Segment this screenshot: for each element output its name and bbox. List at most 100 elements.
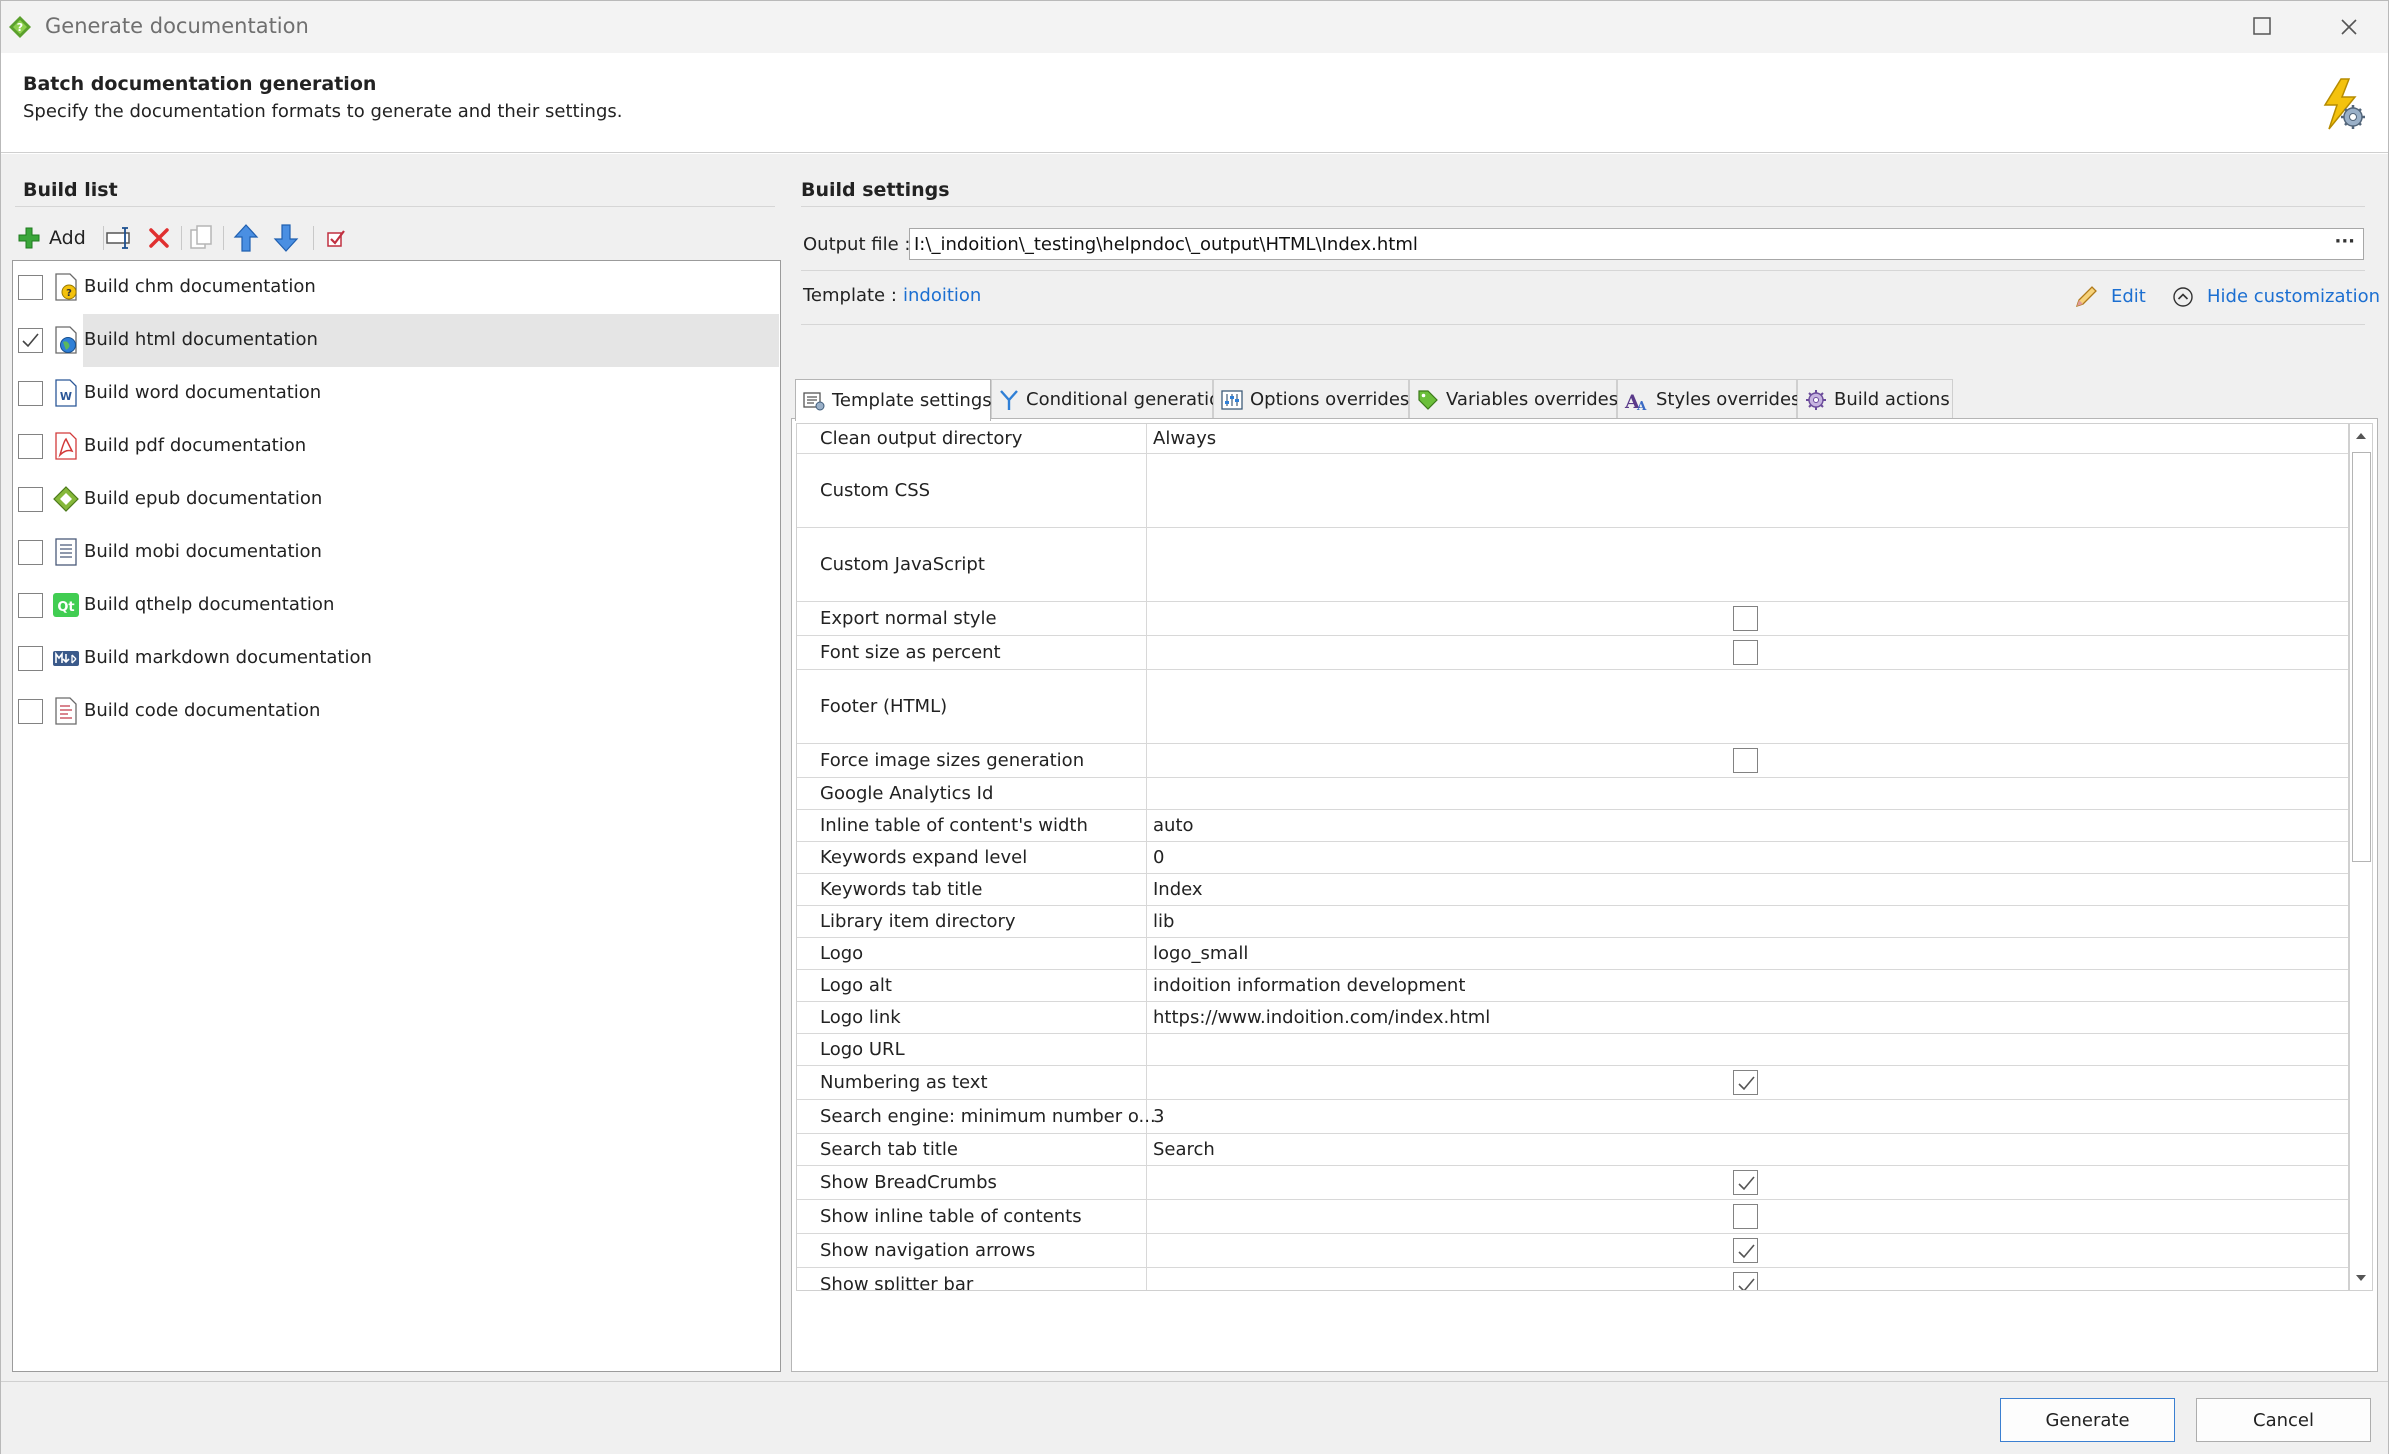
table-row[interactable]: Library item directory lib xyxy=(797,906,2348,938)
delete-button[interactable] xyxy=(147,221,171,255)
table-row[interactable]: Logo alt indoition information developmen… xyxy=(797,970,2348,1002)
tab-styles-overrides[interactable]: A A Styles overrides xyxy=(1617,379,1800,419)
tab-options-overrides[interactable]: Options overrides xyxy=(1213,379,1409,419)
table-row[interactable]: Google Analytics Id xyxy=(797,778,2348,810)
table-row[interactable]: Inline table of content's width auto xyxy=(797,810,2348,842)
table-row[interactable]: Custom CSS xyxy=(797,454,2348,528)
table-row[interactable]: Show inline table of contents xyxy=(797,1200,2348,1234)
styles-font-icon: A A xyxy=(1624,391,1647,412)
scroll-up-icon[interactable] xyxy=(2350,424,2372,448)
list-item[interactable]: Build pdf documentation xyxy=(13,420,780,473)
table-row[interactable]: Search tab title Search xyxy=(797,1134,2348,1166)
edit-link[interactable]: Edit xyxy=(2111,286,2146,307)
close-icon[interactable] xyxy=(2337,15,2361,39)
list-item[interactable]: Qt Build qthelp documentation xyxy=(13,579,780,632)
table-row[interactable]: Logo logo_small xyxy=(797,938,2348,970)
build-checkbox[interactable] xyxy=(18,540,43,565)
property-value[interactable]: lib xyxy=(1153,911,1174,932)
property-name-cell: Show BreadCrumbs xyxy=(797,1166,1147,1199)
move-up-button[interactable] xyxy=(233,221,259,255)
generate-button[interactable]: Generate xyxy=(2000,1398,2175,1442)
build-checkbox[interactable] xyxy=(18,275,43,300)
property-name: Logo xyxy=(820,943,864,964)
list-item[interactable]: Build mobi documentation xyxy=(13,526,780,579)
table-row[interactable]: Numbering as text xyxy=(797,1066,2348,1100)
property-value[interactable]: Always xyxy=(1153,428,1216,449)
property-checkbox[interactable] xyxy=(1733,1170,1758,1195)
template-link[interactable]: indoition xyxy=(903,285,981,306)
scroll-down-icon[interactable] xyxy=(2350,1266,2372,1290)
property-name-cell: Custom JavaScript xyxy=(797,528,1147,601)
list-item[interactable]: Build markdown documentation xyxy=(13,632,780,685)
property-value[interactable]: 0 xyxy=(1153,847,1164,868)
build-checkbox[interactable] xyxy=(18,646,43,671)
property-value[interactable]: indoition information development xyxy=(1153,975,1465,996)
list-item[interactable]: Build epub documentation xyxy=(13,473,780,526)
property-name: Show navigation arrows xyxy=(820,1240,1036,1261)
property-checkbox[interactable] xyxy=(1733,1070,1758,1095)
vertical-scrollbar[interactable] xyxy=(2349,423,2373,1291)
build-checkbox[interactable] xyxy=(18,699,43,724)
property-checkbox[interactable] xyxy=(1733,1272,1758,1290)
check-all-button[interactable] xyxy=(325,221,347,255)
move-down-button[interactable] xyxy=(273,221,299,255)
build-checkbox[interactable] xyxy=(18,381,43,406)
duplicate-button[interactable] xyxy=(187,221,217,255)
checkmark-icon xyxy=(1738,1076,1755,1091)
cancel-button[interactable]: Cancel xyxy=(2196,1398,2371,1442)
property-checkbox[interactable] xyxy=(1733,640,1758,665)
table-row[interactable]: Force image sizes generation xyxy=(797,744,2348,778)
table-row[interactable]: Keywords tab title Index xyxy=(797,874,2348,906)
table-row[interactable]: Logo URL xyxy=(797,1034,2348,1066)
tab-label: Conditional generation xyxy=(1026,389,1232,410)
property-value[interactable]: logo_small xyxy=(1153,943,1248,964)
property-checkbox[interactable] xyxy=(1733,606,1758,631)
build-checkbox[interactable] xyxy=(18,328,43,353)
property-checkbox[interactable] xyxy=(1733,1204,1758,1229)
browse-button[interactable]: ··· xyxy=(2334,231,2355,252)
svg-text:W: W xyxy=(60,390,72,403)
table-row[interactable]: Custom JavaScript xyxy=(797,528,2348,602)
arrow-down-icon xyxy=(273,224,299,252)
property-value[interactable]: https://www.indoition.com/index.html xyxy=(1153,1007,1490,1028)
table-row[interactable]: Keywords expand level 0 xyxy=(797,842,2348,874)
table-row[interactable]: Show splitter bar xyxy=(797,1268,2348,1290)
tab-template-settings[interactable]: Template settings xyxy=(795,379,992,421)
tab-conditional-generation[interactable]: Conditional generation xyxy=(991,379,1232,419)
list-item[interactable]: ? Build chm documentation xyxy=(13,261,780,314)
table-row[interactable]: Show navigation arrows xyxy=(797,1234,2348,1268)
table-row[interactable]: Show BreadCrumbs xyxy=(797,1166,2348,1200)
table-row[interactable]: Search engine: minimum number o... 3 xyxy=(797,1100,2348,1134)
tab-variables-overrides[interactable]: Variables overrides xyxy=(1409,379,1618,419)
table-row[interactable]: Logo link https://www.indoition.com/index… xyxy=(797,1002,2348,1034)
scrollbar-thumb[interactable] xyxy=(2352,452,2371,862)
build-checkbox[interactable] xyxy=(18,593,43,618)
list-item[interactable]: W Build word documentation xyxy=(13,367,780,420)
build-checkbox[interactable] xyxy=(18,434,43,459)
output-file-field[interactable]: I:\_indoition\_testing\helpndoc\_output\… xyxy=(909,228,2364,260)
output-file-value[interactable]: I:\_indoition\_testing\helpndoc\_output\… xyxy=(914,234,1418,255)
table-row[interactable]: Export normal style xyxy=(797,602,2348,636)
collapse-circle-icon[interactable] xyxy=(2172,286,2194,308)
property-checkbox[interactable] xyxy=(1733,748,1758,773)
property-checkbox[interactable] xyxy=(1733,1238,1758,1263)
property-value[interactable]: Index xyxy=(1153,879,1203,900)
table-row[interactable]: Footer (HTML) xyxy=(797,670,2348,744)
hide-customization-link[interactable]: Hide customization xyxy=(2207,286,2380,307)
build-item-label: Build word documentation xyxy=(84,382,322,403)
pencil-icon[interactable] xyxy=(2073,284,2099,310)
rename-button[interactable] xyxy=(105,221,137,255)
list-item[interactable]: Build code documentation xyxy=(13,685,780,738)
table-row[interactable]: Clean output directory Always xyxy=(797,424,2348,454)
build-checkbox[interactable] xyxy=(18,487,43,512)
property-value[interactable]: Search xyxy=(1153,1139,1215,1160)
maximize-icon[interactable] xyxy=(2251,15,2273,37)
list-item[interactable]: Build html documentation xyxy=(13,314,780,367)
add-button[interactable]: Add xyxy=(17,221,86,255)
table-row[interactable]: Font size as percent xyxy=(797,636,2348,670)
toolbar-separator xyxy=(223,226,224,250)
property-value[interactable]: auto xyxy=(1153,815,1194,836)
property-value[interactable]: 3 xyxy=(1153,1106,1164,1127)
tab-build-actions[interactable]: Build actions xyxy=(1797,379,1953,419)
pdf-icon xyxy=(55,432,77,460)
